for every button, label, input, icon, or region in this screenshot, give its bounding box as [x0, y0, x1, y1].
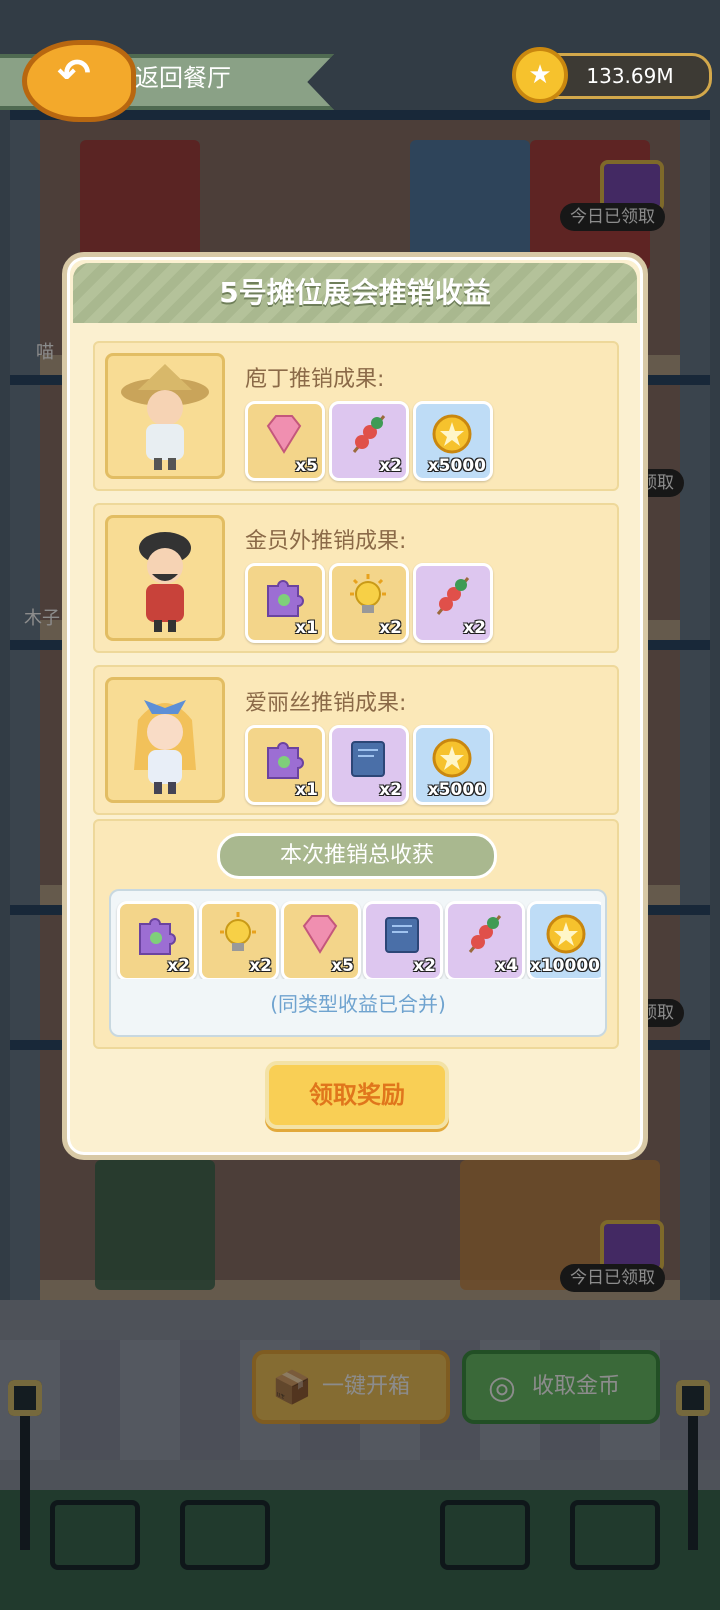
vendor-row: 庖丁推销成果: x5 x2 x5000	[93, 341, 619, 491]
reward-item: x1	[245, 563, 325, 643]
puzzle-piece-icon	[267, 742, 304, 779]
blue-book-icon	[351, 741, 385, 777]
reward-item: x1	[245, 725, 325, 805]
total-reward-item: x10000	[527, 901, 601, 979]
puzzle-piece-icon	[139, 918, 176, 955]
vendor-row: 爱丽丝推销成果: x1 x2 x5000	[93, 665, 619, 815]
gem-icon	[266, 415, 302, 454]
skewer-icon	[436, 577, 470, 615]
coin-icon	[432, 738, 472, 778]
claim-reward-button[interactable]: 领取奖励	[265, 1061, 449, 1129]
reward-item: x2	[329, 401, 409, 481]
skewer-icon	[468, 915, 502, 953]
merged-note: (同类型收益已合并)	[270, 992, 446, 1016]
vendor-portrait-jinyuanwai	[105, 515, 225, 641]
total-reward-items: x2 x2 x5 x2 x4 x10000	[115, 901, 601, 979]
reward-item: x5000	[413, 401, 493, 481]
vendor-label: 庖丁推销成果:	[245, 367, 385, 392]
reward-item: x2	[329, 725, 409, 805]
vendor-portrait-paoding	[105, 353, 225, 479]
reward-item: x2	[329, 563, 409, 643]
reward-item: x2	[413, 563, 493, 643]
puzzle-piece-icon	[267, 580, 304, 617]
lightbulb-icon	[350, 574, 386, 613]
total-rewards-tag: 本次推销总收获	[217, 833, 497, 879]
total-reward-item: x4	[445, 901, 525, 979]
gem-icon	[302, 915, 338, 954]
reward-item: x5000	[413, 725, 493, 805]
coin-icon	[432, 414, 472, 454]
lightbulb-icon	[220, 912, 256, 951]
coin-balance-value: 133.69M	[586, 64, 674, 88]
reward-item: x5	[245, 401, 325, 481]
total-rewards-panel: 本次推销总收获 x2 x2 x5 x2 x4 x10000 (同类型收益已合并)	[93, 819, 619, 1049]
skewer-icon	[352, 415, 386, 453]
total-rewards-list: x2 x2 x5 x2 x4 x10000 (同类型收益已合并)	[109, 889, 607, 1037]
vendor-label: 爱丽丝推销成果:	[245, 691, 407, 716]
dialog-title: 5号摊位展会推销收益	[219, 276, 491, 309]
vendor-row: 金员外推销成果: x1 x2 x2	[93, 503, 619, 653]
gold-coin-icon: ★	[512, 47, 568, 103]
blue-book-icon	[385, 917, 419, 953]
vendor-label: 金员外推销成果:	[245, 529, 407, 554]
back-to-restaurant-label[interactable]: 返回餐厅	[135, 58, 231, 98]
back-arrow-icon: ↶	[57, 51, 91, 97]
vendor-portrait-alice	[105, 677, 225, 803]
total-reward-item: x2	[199, 901, 279, 979]
total-reward-item: x5	[281, 901, 361, 979]
total-reward-item: x2	[363, 901, 443, 979]
total-reward-item: x2	[117, 901, 197, 979]
dialog-header: 5号摊位展会推销收益	[73, 263, 637, 323]
coin-icon	[546, 914, 586, 954]
sales-reward-dialog: 5号摊位展会推销收益 庖丁推销成果: x5 x2 x5000 金员外推销成果: …	[62, 252, 648, 1160]
